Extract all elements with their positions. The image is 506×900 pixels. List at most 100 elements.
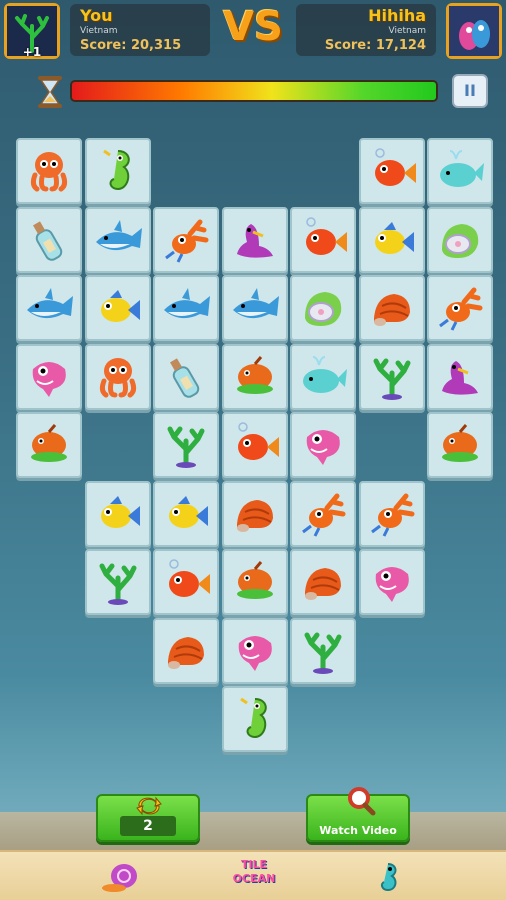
tile-crab[interactable] xyxy=(290,480,356,547)
tile-crab[interactable] xyxy=(153,206,219,273)
tile-red-fish[interactable] xyxy=(16,412,82,478)
pause-button[interactable]: II xyxy=(452,74,488,108)
tile-shell[interactable] xyxy=(290,275,356,341)
shark-icon xyxy=(95,219,142,250)
clownfish-icon xyxy=(100,290,140,322)
tile-seahorse[interactable] xyxy=(84,138,151,204)
tile-shark[interactable] xyxy=(221,275,288,341)
tile-clownfish[interactable] xyxy=(84,480,151,547)
shark-icon xyxy=(232,288,279,319)
tile-clownfish[interactable] xyxy=(84,275,151,341)
tile-coral[interactable] xyxy=(358,343,425,410)
tile-shark[interactable] xyxy=(153,275,219,341)
crab-icon xyxy=(302,493,346,537)
clownfish-icon xyxy=(169,495,208,528)
tile-shell[interactable] xyxy=(427,206,493,273)
hermit-icon xyxy=(168,636,204,669)
octopus-icon xyxy=(30,152,68,192)
tile-hermit[interactable] xyxy=(221,480,288,547)
player2-score: Score: 17,124 xyxy=(324,38,426,53)
tile-seahorse[interactable] xyxy=(221,686,288,752)
goldfish-icon xyxy=(237,422,279,460)
goldfish-icon xyxy=(306,216,347,255)
tile-hermit[interactable] xyxy=(358,275,425,341)
player-avatar: +1 xyxy=(4,3,60,59)
tile-bottle[interactable] xyxy=(16,206,82,273)
bottom-nav: TILE OCEAN xyxy=(0,850,506,900)
tile-bottle[interactable] xyxy=(153,343,219,410)
tile-coral[interactable] xyxy=(290,617,356,684)
magnifier-icon xyxy=(348,787,376,816)
tile-octopus[interactable] xyxy=(84,343,151,410)
crab-icon xyxy=(439,287,483,331)
coral-icon xyxy=(373,358,410,400)
tile-clownfish[interactable] xyxy=(153,480,219,547)
pink-fish-icon xyxy=(238,635,272,671)
pink-fish-icon xyxy=(306,430,340,465)
shell-icon xyxy=(305,292,342,326)
tile-goldfish[interactable] xyxy=(153,549,219,615)
player1-score: Score: 20,315 xyxy=(80,38,182,53)
game-logo[interactable]: TILE OCEAN xyxy=(222,858,286,894)
seahorse-nav-icon[interactable] xyxy=(368,858,408,894)
tile-red-fish[interactable] xyxy=(221,343,288,410)
tile-crab[interactable] xyxy=(358,480,425,547)
seal-icon xyxy=(236,223,273,258)
tile-crab[interactable] xyxy=(427,275,493,341)
tile-red-fish[interactable] xyxy=(221,549,288,615)
shuffle-icon xyxy=(136,796,162,816)
red-fish-icon xyxy=(236,355,273,394)
crab-icon xyxy=(165,219,209,263)
shuffle-button[interactable]: 2 xyxy=(96,794,200,842)
tile-clownfish[interactable] xyxy=(358,206,425,273)
bottle-icon xyxy=(33,220,63,261)
clownfish-icon xyxy=(374,221,414,254)
shell-icon xyxy=(442,223,479,258)
snail-icon[interactable] xyxy=(102,858,142,894)
shuffle-count: 2 xyxy=(120,816,176,836)
hermit-icon xyxy=(373,294,410,326)
tile-pink-fish[interactable] xyxy=(358,549,425,615)
tile-goldfish[interactable] xyxy=(358,138,425,204)
tile-hermit[interactable] xyxy=(290,549,356,615)
pink-fish-icon xyxy=(32,361,66,397)
tile-seal[interactable] xyxy=(221,206,288,273)
coral-icon xyxy=(167,426,205,468)
shark-icon xyxy=(27,288,73,319)
tile-seal[interactable] xyxy=(427,343,493,410)
red-fish-icon xyxy=(442,424,478,462)
tile-hermit[interactable] xyxy=(153,617,219,684)
tile-goldfish[interactable] xyxy=(290,206,356,273)
hermit-icon xyxy=(236,499,273,532)
tile-coral[interactable] xyxy=(153,412,219,478)
whale-icon xyxy=(303,355,347,393)
vs-label: VS xyxy=(223,4,283,50)
seal-icon xyxy=(442,360,478,395)
sand-floor xyxy=(0,812,506,850)
tile-shark[interactable] xyxy=(84,206,151,273)
player-badge: +1 xyxy=(22,45,42,59)
coral-icon xyxy=(304,632,342,674)
tile-shark[interactable] xyxy=(16,275,82,341)
player2-name: Hihiha xyxy=(368,6,426,25)
tile-red-fish[interactable] xyxy=(427,412,493,478)
seahorse-icon xyxy=(102,149,130,191)
seahorse-icon xyxy=(239,697,267,739)
watch-video-button[interactable]: Watch Video xyxy=(306,787,410,842)
pink-fish-icon xyxy=(375,567,409,602)
goldfish-icon xyxy=(374,148,416,186)
player1-name: You xyxy=(80,6,113,25)
hourglass-icon xyxy=(38,76,62,108)
player2-card: Hihiha Vietnam Score: 17,124 xyxy=(296,4,436,56)
tile-pink-fish[interactable] xyxy=(221,617,288,684)
tile-pink-fish[interactable] xyxy=(16,343,82,410)
tile-octopus[interactable] xyxy=(16,138,82,204)
player2-country: Vietnam xyxy=(388,26,426,36)
tile-whale[interactable] xyxy=(290,343,356,410)
tile-goldfish[interactable] xyxy=(221,412,288,478)
opponent-avatar xyxy=(446,3,502,59)
timer-bar-fill xyxy=(72,82,436,100)
tile-pink-fish[interactable] xyxy=(290,412,356,478)
tile-coral[interactable] xyxy=(84,549,151,615)
tile-whale[interactable] xyxy=(427,138,493,204)
